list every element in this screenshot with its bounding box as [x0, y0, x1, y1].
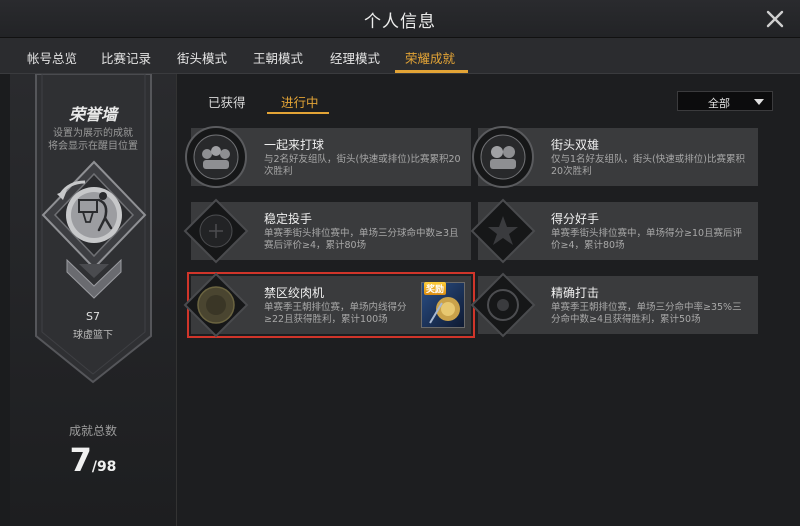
honor-wall-title: 荣誉墙	[68, 105, 117, 124]
tab-dynasty-mode[interactable]: 王朝模式	[253, 48, 303, 67]
subtab-obtained[interactable]: 已获得	[208, 92, 246, 111]
achievement-card[interactable]: 街头双雄 仅与1名好友组队，街头(快速或排位)比赛累积20次胜利	[472, 126, 758, 188]
tab-account-overview[interactable]: 帐号总览	[27, 48, 77, 67]
achievement-desc: 与2名好友组队，街头(快速或排位)比赛累积20次胜利	[264, 154, 461, 177]
filter-value: 全部	[708, 97, 730, 110]
shooter-badge-icon	[183, 198, 249, 264]
achievement-total-count: 7/98	[10, 441, 176, 479]
achievement-name: 一起来打球	[264, 138, 325, 152]
achievement-name: 得分好手	[551, 212, 600, 226]
precision-badge-icon	[470, 272, 536, 338]
category-filter-dropdown[interactable]: 全部	[677, 91, 773, 111]
subtab-in-progress[interactable]: 进行中	[281, 92, 319, 111]
achievement-card[interactable]: 得分好手 单赛季街头排位赛中，单场得分≥10且赛后评价≥4，累计80场	[470, 198, 758, 264]
active-tab-indicator	[395, 70, 468, 73]
achievement-desc: 单赛季街头排位赛中，单场三分球命中数≥3且赛后评价≥4，累计80场	[264, 228, 459, 251]
achievement-name: 禁区绞肉机	[264, 286, 325, 300]
title-bar: 个人信息	[0, 0, 800, 38]
season-achievement-name: 球虚篮下	[73, 330, 113, 341]
season-label: S7	[86, 310, 100, 323]
achievement-name: 精确打击	[551, 286, 600, 300]
achievement-desc: 单赛季王朝排位赛，单场内线得分≥22且获得胜利，累计100场	[264, 302, 407, 325]
main-tabs: 帐号总览 比赛记录 街头模式 王朝模式 经理模式 荣耀成就	[0, 38, 800, 74]
achievements-panel: 已获得 进行中 全部 一起来打球 与2名好友组队，街头(快速或排位)比赛累积20…	[177, 74, 800, 526]
duo-badge-icon	[472, 126, 534, 188]
achievement-total-label: 成就总数	[68, 424, 117, 438]
achievement-desc: 单赛季王朝排位赛，单场三分命中率≥35%三分命中数≥4且获得胜利，累计50场	[551, 302, 742, 325]
reward-label: 奖励	[424, 282, 447, 295]
achievement-card[interactable]: 一起来打球 与2名好友组队，街头(快速或排位)比赛累积20次胜利	[185, 126, 471, 188]
window-title: 个人信息	[364, 12, 436, 32]
achievement-card-highlighted[interactable]: 禁区绞肉机 单赛季王朝排位赛，单场内线得分≥22且获得胜利，累计100场 奖励	[183, 272, 475, 338]
achievement-card[interactable]: 稳定投手 单赛季街头排位赛中，单场三分球命中数≥3且赛后评价≥4，累计80场	[183, 198, 471, 264]
tab-manager-mode[interactable]: 经理模式	[330, 48, 380, 67]
achievement-name: 街头双雄	[551, 138, 600, 152]
scorer-badge-icon	[470, 198, 536, 264]
achievement-card[interactable]: 精确打击 单赛季王朝排位赛，单场三分命中率≥35%三分命中数≥4且获得胜利，累计…	[470, 272, 758, 338]
active-subtab-indicator	[267, 112, 329, 114]
reward-item[interactable]: 奖励	[421, 282, 465, 328]
tab-street-mode[interactable]: 街头模式	[177, 48, 227, 67]
tab-honor-achievements[interactable]: 荣耀成就	[405, 48, 455, 67]
achievements-completed-count: 7	[69, 441, 92, 479]
honor-wall-desc-line2: 将会显示在醒目位置	[48, 141, 138, 152]
chevron-down-icon	[754, 99, 764, 105]
tab-match-records[interactable]: 比赛记录	[101, 48, 151, 67]
close-icon[interactable]	[764, 8, 786, 30]
achievement-name: 稳定投手	[264, 212, 313, 226]
achievement-desc: 仅与1名好友组队，街头(快速或排位)比赛累积20次胜利	[551, 154, 745, 177]
achievements-total-count: /98	[91, 459, 117, 475]
honor-wall-panel: 荣誉墙 设置为展示的成就 将会显示在醒目位置 S7 球虚篮下 成就总数 7/98	[10, 74, 177, 526]
team-badge-icon	[185, 126, 247, 188]
achievement-desc: 单赛季街头排位赛中，单场得分≥10且赛后评价≥4，累计80场	[551, 228, 743, 251]
basketball-hoop-emblem-icon	[41, 160, 147, 299]
paint-zone-badge-icon	[183, 272, 249, 338]
